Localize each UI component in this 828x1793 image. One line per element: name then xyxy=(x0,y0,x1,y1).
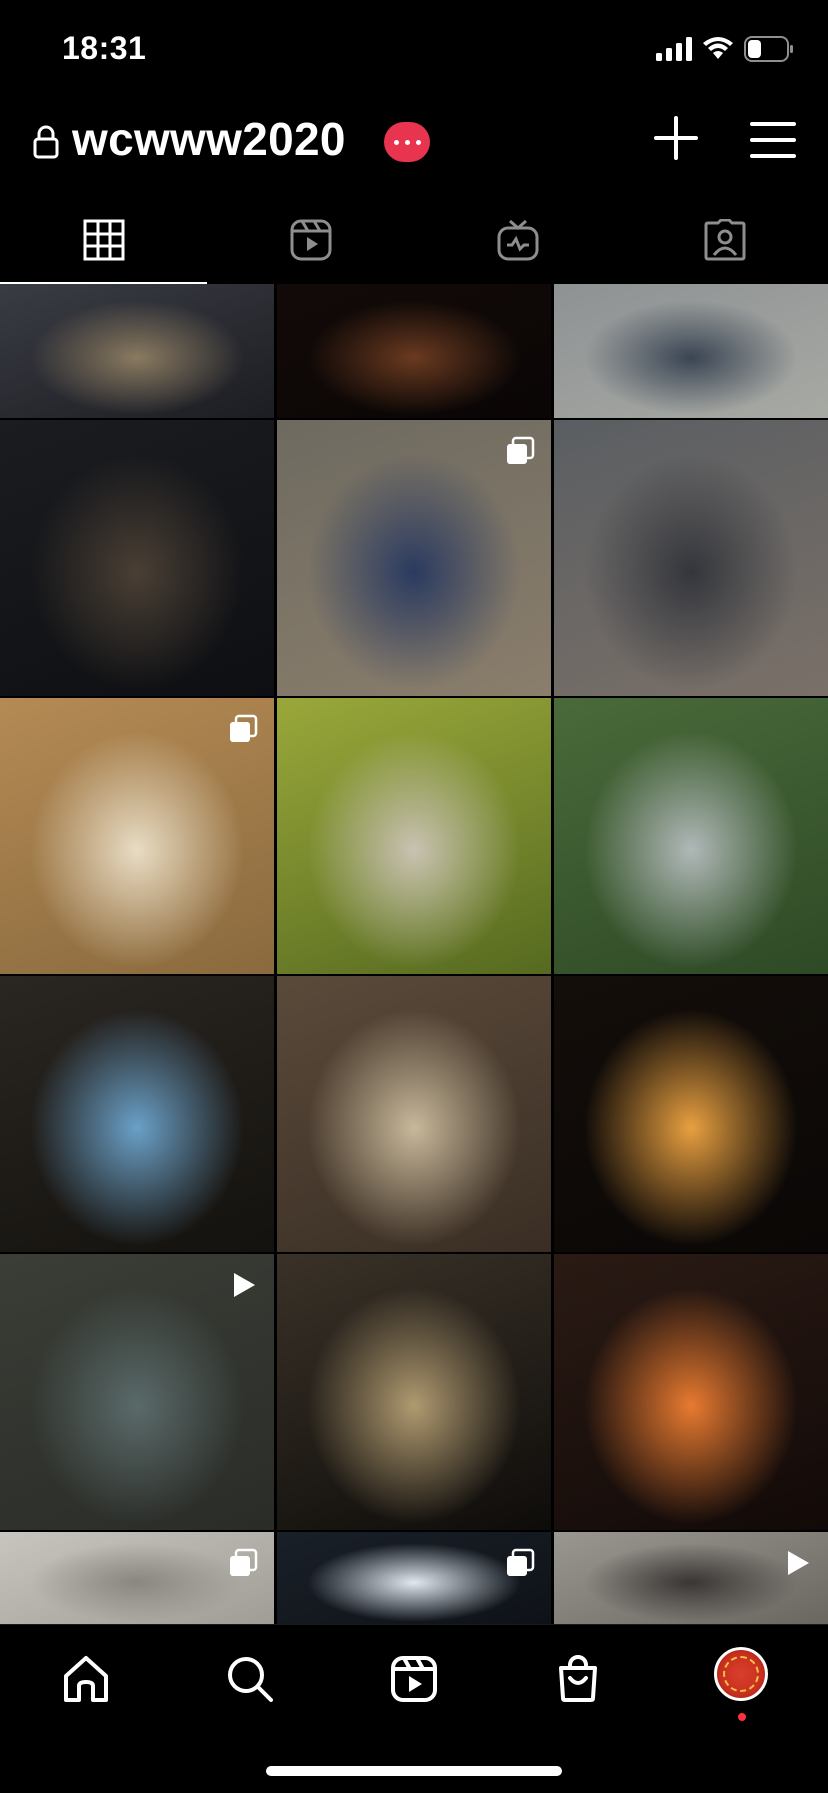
post-group-photo-bench[interactable] xyxy=(554,284,828,418)
video-play-icon xyxy=(234,1273,255,1297)
nav-search[interactable] xyxy=(220,1649,280,1709)
post-campfire-dark[interactable] xyxy=(277,284,551,418)
tab-igtv[interactable] xyxy=(414,196,621,284)
wifi-icon xyxy=(703,37,733,59)
post-river-swimming[interactable] xyxy=(0,1254,274,1530)
multiple-photos-icon xyxy=(230,714,258,742)
activity-dot xyxy=(738,1713,746,1721)
post-man-beanie-flower[interactable] xyxy=(277,698,551,974)
nav-home[interactable] xyxy=(56,1649,116,1709)
post-group-lantern-night[interactable] xyxy=(0,284,274,418)
posts-grid xyxy=(0,284,828,1624)
multiple-photos-icon xyxy=(507,436,535,464)
tagged-icon xyxy=(704,219,745,261)
notification-badge[interactable] xyxy=(384,122,430,162)
post-temperature-screen[interactable] xyxy=(0,976,274,1252)
username[interactable]: wcwww2020 xyxy=(72,112,346,166)
profile-tabs xyxy=(0,196,828,284)
nav-shop[interactable] xyxy=(548,1649,608,1709)
post-blurry-person[interactable] xyxy=(0,1532,274,1624)
post-feet-walkway[interactable] xyxy=(554,1532,828,1624)
post-group-dancing-outdoors[interactable] xyxy=(277,420,551,696)
profile-avatar[interactable] xyxy=(714,1647,768,1701)
post-man-cooking-lantern[interactable] xyxy=(0,420,274,696)
post-group-selfie-village[interactable] xyxy=(554,420,828,696)
tab-posts-grid[interactable] xyxy=(0,196,207,284)
status-time: 18:31 xyxy=(62,30,147,66)
post-ceiling-lights[interactable] xyxy=(277,1532,551,1624)
multiple-photos-icon xyxy=(507,1548,535,1576)
battery-icon xyxy=(744,36,793,62)
new-post-icon[interactable] xyxy=(652,114,700,162)
profile-header: wcwww2020 xyxy=(0,100,828,186)
tab-tagged[interactable] xyxy=(621,196,828,284)
home-icon xyxy=(64,1656,108,1702)
post-man-climbing-tree[interactable] xyxy=(554,698,828,974)
reels-icon xyxy=(290,219,331,261)
video-play-icon xyxy=(788,1551,809,1575)
grid-icon xyxy=(83,219,124,261)
nav-reels[interactable] xyxy=(384,1649,444,1709)
cellular-signal-icon xyxy=(656,37,692,61)
post-tarp-camp-night[interactable] xyxy=(277,1254,551,1530)
reels-icon xyxy=(391,1656,437,1702)
post-fire-pit-logs[interactable] xyxy=(554,1254,828,1530)
search-icon xyxy=(228,1657,273,1702)
multiple-photos-icon xyxy=(230,1548,258,1576)
post-group-meal-cabin[interactable] xyxy=(277,976,551,1252)
home-indicator xyxy=(266,1766,562,1776)
igtv-icon xyxy=(497,219,538,261)
shopping-bag-icon xyxy=(559,1655,597,1702)
post-campfire-group[interactable] xyxy=(554,976,828,1252)
lock-icon xyxy=(33,125,59,159)
post-ramen-bowl[interactable] xyxy=(0,698,274,974)
tab-reels[interactable] xyxy=(207,196,414,284)
menu-icon[interactable] xyxy=(750,120,796,160)
status-bar: 18:31 xyxy=(0,0,828,100)
status-icons xyxy=(656,36,794,62)
